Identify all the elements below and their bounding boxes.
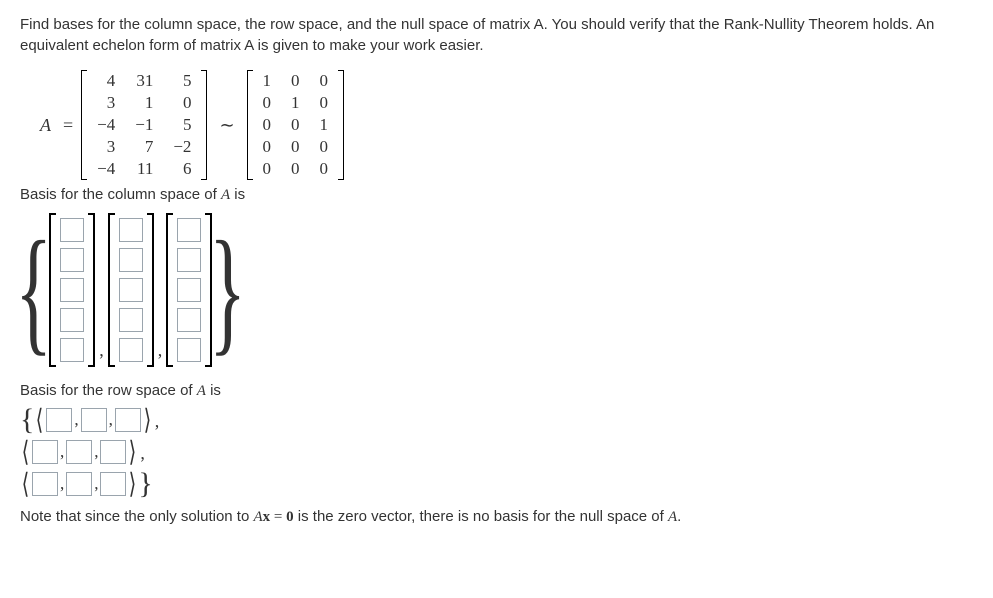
matrix-cell: −1 — [125, 114, 163, 136]
answer-input[interactable] — [60, 218, 84, 242]
separator-comma: , — [155, 411, 160, 432]
null-space-note: Note that since the only solution to Ax … — [20, 508, 973, 526]
answer-input[interactable] — [177, 248, 201, 272]
separator-comma: , — [94, 474, 98, 494]
answer-input[interactable] — [119, 218, 143, 242]
matrix-cell: 5 — [163, 70, 201, 92]
matrix-cell: 3 — [87, 92, 125, 114]
separator-comma: , — [94, 442, 98, 462]
matrix-echelon: 100010001000000 — [247, 70, 345, 180]
row-vector: ⟨,,⟩, — [20, 438, 973, 466]
answer-input[interactable] — [66, 440, 92, 464]
answer-input[interactable] — [32, 440, 58, 464]
separator-comma: , — [140, 443, 145, 464]
matrix-cell: 0 — [310, 136, 339, 158]
answer-input[interactable] — [115, 408, 141, 432]
answer-input[interactable] — [60, 278, 84, 302]
answer-input[interactable] — [119, 308, 143, 332]
answer-input[interactable] — [177, 308, 201, 332]
equals-sign: = — [63, 115, 73, 136]
problem-instructions: Find bases for the column space, the row… — [20, 14, 973, 56]
answer-input[interactable] — [100, 472, 126, 496]
matrix-cell: 0 — [310, 92, 339, 114]
matrix-equation: A = 4315310−4−1537−2−4116 ∼ 100010001000… — [40, 70, 973, 180]
matrix-cell: 3 — [87, 136, 125, 158]
separator-comma: , — [60, 442, 64, 462]
matrix-cell: 1 — [253, 70, 282, 92]
matrix-cell: 5 — [163, 114, 201, 136]
brace-open: { — [20, 406, 34, 434]
answer-input[interactable] — [177, 218, 201, 242]
answer-input[interactable] — [66, 472, 92, 496]
angle-close: ⟩ — [143, 406, 151, 434]
row-vector: ⟨,, ⟩} — [20, 470, 973, 498]
brace-close: } — [138, 470, 152, 498]
matrix-cell: 0 — [281, 114, 310, 136]
matrix-cell: 0 — [281, 70, 310, 92]
matrix-a: 4315310−4−1537−2−4116 — [81, 70, 207, 180]
matrix-cell: 1 — [125, 92, 163, 114]
answer-input[interactable] — [60, 308, 84, 332]
matrix-cell: 0 — [281, 136, 310, 158]
brace-open: { — [15, 210, 52, 370]
angle-open: ⟨ — [36, 406, 44, 434]
row-space-label: Basis for the row space of A is — [20, 382, 973, 400]
column-vector — [108, 213, 154, 367]
matrix-cell: 31 — [125, 70, 163, 92]
answer-input[interactable] — [119, 278, 143, 302]
matrix-cell: 0 — [163, 92, 201, 114]
matrix-cell: 0 — [281, 158, 310, 180]
matrix-cell: −2 — [163, 136, 201, 158]
column-vector — [166, 213, 212, 367]
column-space-label: Basis for the column space of A is — [20, 186, 973, 204]
matrix-cell: 6 — [163, 158, 201, 180]
answer-input[interactable] — [177, 338, 201, 362]
matrix-cell: 4 — [87, 70, 125, 92]
brace-close: } — [209, 210, 246, 370]
angle-close: ⟩ — [129, 438, 137, 466]
matrix-cell: 0 — [253, 114, 282, 136]
separator-comma: , — [158, 340, 163, 361]
separator-comma: , — [74, 410, 78, 430]
separator-comma: , — [60, 474, 64, 494]
answer-input[interactable] — [119, 338, 143, 362]
matrix-cell: 1 — [281, 92, 310, 114]
angle-open: ⟨ — [22, 470, 30, 498]
answer-input[interactable] — [32, 472, 58, 496]
matrix-cell: 1 — [310, 114, 339, 136]
answer-input[interactable] — [60, 248, 84, 272]
matrix-cell: 0 — [253, 136, 282, 158]
angle-close: ⟩ — [129, 470, 137, 498]
column-vector — [49, 213, 95, 367]
column-space-basis: { ,, } — [20, 210, 973, 370]
matrix-cell: 0 — [310, 70, 339, 92]
row-equiv-symbol: ∼ — [219, 115, 234, 136]
answer-input[interactable] — [46, 408, 72, 432]
answer-input[interactable] — [81, 408, 107, 432]
matrix-cell: −4 — [87, 158, 125, 180]
angle-open: ⟨ — [22, 438, 30, 466]
matrix-lhs-symbol: A — [40, 115, 51, 136]
separator-comma: , — [99, 340, 104, 361]
answer-input[interactable] — [100, 440, 126, 464]
row-space-basis: {⟨,,⟩,⟨,,⟩,⟨,,⟩} — [20, 406, 973, 498]
matrix-cell: 7 — [125, 136, 163, 158]
matrix-cell: 0 — [310, 158, 339, 180]
matrix-cell: 0 — [253, 92, 282, 114]
matrix-cell: −4 — [87, 114, 125, 136]
matrix-cell: 0 — [253, 158, 282, 180]
answer-input[interactable] — [177, 278, 201, 302]
row-vector: {⟨,,⟩, — [20, 406, 973, 434]
separator-comma: , — [109, 410, 113, 430]
matrix-cell: 11 — [125, 158, 163, 180]
answer-input[interactable] — [119, 248, 143, 272]
answer-input[interactable] — [60, 338, 84, 362]
